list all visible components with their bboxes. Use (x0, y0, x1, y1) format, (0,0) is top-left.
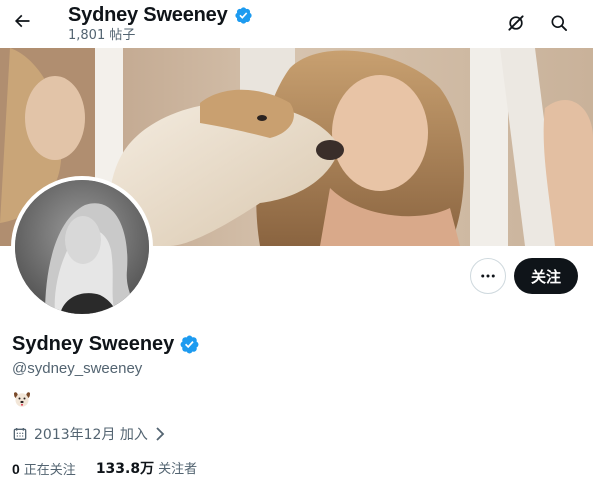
search-button[interactable] (544, 8, 574, 38)
verified-badge-icon[interactable] (179, 334, 200, 355)
more-horizontal-icon (481, 274, 495, 278)
joined-date-text: 2013年12月 加入 (34, 427, 148, 443)
grok-button[interactable] (501, 8, 531, 38)
header-display-name: Sydney Sweeney (68, 4, 228, 26)
profile-avatar[interactable] (11, 176, 153, 318)
back-button[interactable] (8, 6, 36, 36)
verified-badge-icon (234, 6, 252, 24)
followers-count: 133.8万 (95, 461, 155, 477)
top-bar: Sydney Sweeney 1,801 帖子 (0, 0, 593, 48)
followers-link[interactable]: 133.8万 关注者 (96, 458, 197, 478)
following-label: 正在关注 (23, 462, 76, 478)
following-link[interactable]: 0 正在关注 (12, 459, 76, 478)
follow-button[interactable]: 关注 (514, 258, 578, 294)
arrow-left-icon (14, 14, 30, 28)
more-options-button[interactable] (470, 258, 506, 294)
profile-name-row: Sydney Sweeney (12, 331, 200, 357)
profile-bio (12, 390, 36, 412)
header-title-block: Sydney Sweeney 1,801 帖子 (68, 2, 253, 44)
following-count: 0 (12, 460, 20, 477)
joined-date-row[interactable]: 2013年12月 加入 (12, 424, 166, 444)
calendar-icon (13, 428, 27, 440)
grok-icon (508, 15, 524, 31)
profile-display-name: Sydney Sweeney (12, 333, 175, 355)
dog-face-emoji (14, 392, 30, 407)
post-count: 1,801 帖子 (68, 28, 136, 43)
chevron-right-icon (156, 427, 165, 441)
followers-label: 关注者 (158, 462, 198, 477)
search-icon (551, 15, 567, 32)
follow-stats: 0 正在关注 133.8万 关注者 (12, 458, 197, 478)
profile-handle: @sydney_sweeney (12, 360, 143, 377)
